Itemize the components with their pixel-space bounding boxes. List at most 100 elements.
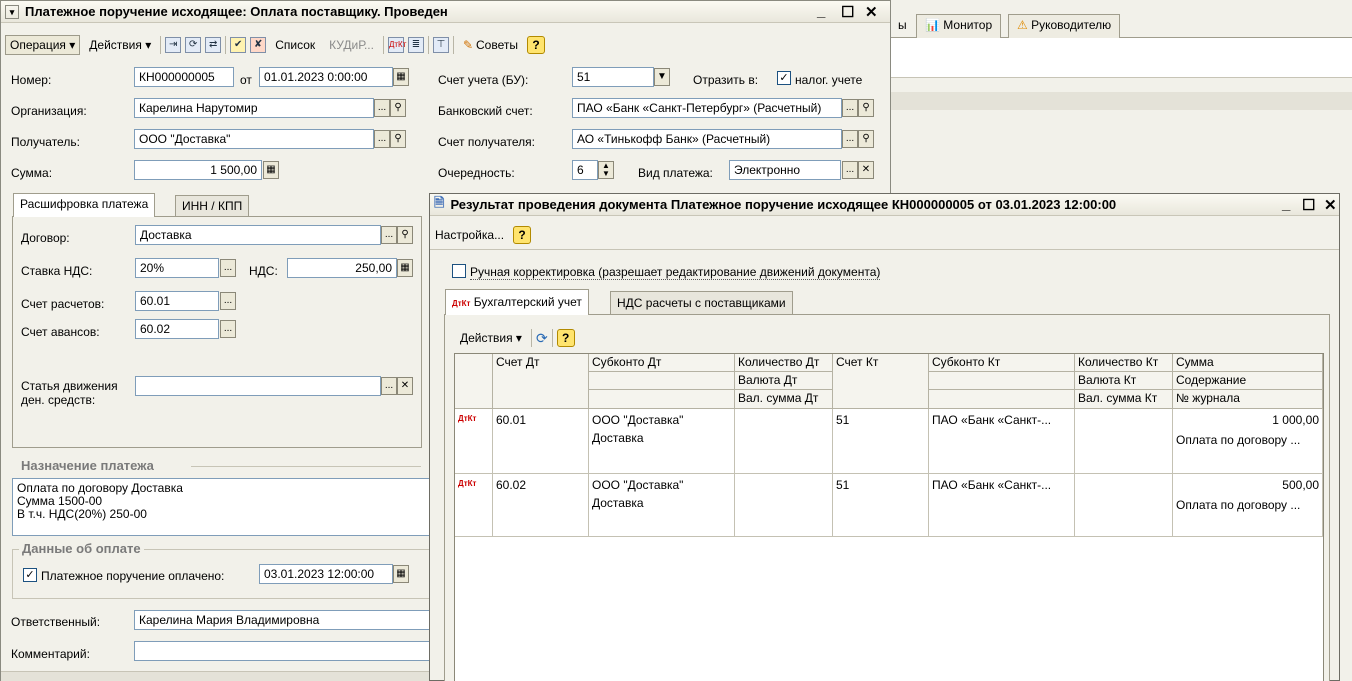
header-cur-dt[interactable]: Валюта Дт: [735, 372, 833, 390]
purpose-textarea[interactable]: Оплата по договору Доставка Сумма 1500-0…: [12, 478, 432, 536]
header-sub-dt[interactable]: Субконто Дт: [589, 354, 735, 372]
close-button[interactable]: ✕: [865, 3, 878, 21]
row1-kt[interactable]: 51: [833, 409, 929, 474]
priority-field[interactable]: 6: [572, 160, 598, 180]
settings-button[interactable]: Настройка...: [434, 225, 509, 245]
bank-select-button[interactable]: ...: [842, 99, 858, 117]
settle-account-field[interactable]: 60.01: [135, 291, 219, 311]
tab-vat-suppliers[interactable]: НДС расчеты с поставщиками: [610, 291, 793, 315]
payment-type-clear-icon[interactable]: ✕: [858, 161, 874, 179]
payment-type-select-button[interactable]: ...: [842, 161, 858, 179]
report-icon[interactable]: ≣: [407, 37, 424, 53]
arrow-icon[interactable]: ⇥: [165, 37, 182, 53]
comment-field[interactable]: [134, 641, 434, 661]
row1-qty-dt[interactable]: [735, 409, 833, 474]
bank-open-icon[interactable]: ⚲: [858, 99, 874, 117]
vat-rate-select-button[interactable]: ...: [220, 259, 236, 277]
header-qty-kt[interactable]: Количество Кт: [1075, 354, 1173, 372]
advance-select-button[interactable]: ...: [220, 320, 236, 338]
bg-tab-monitor[interactable]: 📊 Монитор: [916, 14, 1002, 38]
calculator-icon[interactable]: ▦: [263, 161, 279, 179]
result-maximize-button[interactable]: ☐: [1302, 196, 1315, 214]
date-field[interactable]: 01.01.2023 0:00:00: [259, 67, 393, 87]
recipient-open-icon[interactable]: ⚲: [390, 130, 406, 148]
vat-rate-field[interactable]: 20%: [135, 258, 219, 278]
advance-account-field[interactable]: 60.02: [135, 319, 219, 339]
row2-sub2[interactable]: Доставка: [589, 494, 735, 537]
window-menu-icon[interactable]: ▾: [5, 4, 19, 19]
bg-tab-partial[interactable]: ы: [898, 18, 907, 32]
row1-sub1[interactable]: ООО "Доставка": [589, 409, 735, 429]
org-open-icon[interactable]: ⚲: [390, 99, 406, 117]
contract-field[interactable]: Доставка: [135, 225, 381, 245]
table-row[interactable]: ДтКт: [455, 409, 493, 474]
tab-payment-detail[interactable]: Расшифровка платежа: [13, 193, 156, 217]
header-cursum-kt[interactable]: Вал. сумма Кт: [1075, 390, 1173, 409]
cashflow-clear-icon[interactable]: ✕: [397, 377, 413, 395]
row2-dt[interactable]: 60.02: [493, 474, 589, 537]
result-minimize-button[interactable]: _: [1282, 196, 1290, 213]
row1-sub2[interactable]: Доставка: [589, 429, 735, 474]
row1-dt[interactable]: 60.01: [493, 409, 589, 474]
reload-icon[interactable]: ⟳: [536, 330, 548, 347]
cashflow-field[interactable]: [135, 376, 381, 396]
result-close-button[interactable]: ✕: [1324, 196, 1337, 214]
sum-field[interactable]: 1 500,00: [134, 160, 262, 180]
account-dropdown-icon[interactable]: ▼: [654, 68, 670, 86]
cashflow-select-button[interactable]: ...: [381, 377, 397, 395]
recipient-account-open-icon[interactable]: ⚲: [858, 130, 874, 148]
grid-help-icon[interactable]: ?: [556, 329, 575, 347]
header-qty-dt[interactable]: Количество Дт: [735, 354, 833, 372]
row2-qty-dt[interactable]: [735, 474, 833, 537]
row2-sub1[interactable]: ООО "Доставка": [589, 474, 735, 494]
tips-button[interactable]: ✎ Советы: [458, 35, 523, 55]
list-button[interactable]: Список: [270, 35, 320, 55]
header-cur-kt[interactable]: Валюта Кт: [1075, 372, 1173, 390]
org-select-button[interactable]: ...: [374, 99, 390, 117]
actions-menu[interactable]: Действия ▾: [84, 35, 156, 55]
help-icon[interactable]: ?: [527, 36, 545, 54]
priority-spinner[interactable]: ▲ ▼: [598, 161, 614, 179]
table-row[interactable]: ДтКт: [455, 474, 493, 537]
header-cursum-dt[interactable]: Вал. сумма Дт: [735, 390, 833, 409]
dt-kt-icon[interactable]: ДтКт: [387, 37, 406, 53]
payment-type-field[interactable]: Электронно: [729, 160, 841, 180]
org-field[interactable]: Карелина Нарутомир: [134, 98, 374, 118]
row1-content[interactable]: Оплата по договору ...: [1173, 429, 1323, 474]
paid-calendar-icon[interactable]: ▦: [393, 565, 409, 583]
row2-content[interactable]: Оплата по договору ...: [1173, 494, 1323, 537]
contract-select-button[interactable]: ...: [381, 226, 397, 244]
paid-date-field[interactable]: 03.01.2023 12:00:00: [259, 564, 393, 584]
calendar-icon[interactable]: ▦: [393, 68, 409, 86]
bg-tab-manager[interactable]: ⚠ Руководителю: [1008, 14, 1121, 38]
paid-checkbox[interactable]: ✓: [23, 568, 37, 582]
manual-correction-label[interactable]: Ручная корректировка (разрешает редактир…: [470, 265, 881, 280]
header-sum[interactable]: Сумма: [1173, 354, 1323, 372]
tab-accounting[interactable]: ДтКт Бухгалтерский учет: [445, 289, 589, 315]
recipient-account-select-button[interactable]: ...: [842, 130, 858, 148]
row2-sum[interactable]: 500,00: [1173, 474, 1323, 494]
row2-subkt[interactable]: ПАО «Банк «Санкт-...: [929, 474, 1075, 537]
responsible-field[interactable]: Карелина Мария Владимировна: [134, 610, 434, 630]
recipient-field[interactable]: ООО "Доставка": [134, 129, 374, 149]
kudir-button[interactable]: КУДиР...: [324, 35, 379, 55]
recipient-account-field[interactable]: АО «Тинькофф Банк» (Расчетный): [572, 129, 842, 149]
header-sub-kt[interactable]: Субконто Кт: [929, 354, 1075, 372]
minimize-button[interactable]: _: [817, 3, 825, 20]
structure-icon[interactable]: ⊤: [432, 37, 449, 53]
number-field[interactable]: КН000000005: [134, 67, 234, 87]
swap-icon[interactable]: ⇄: [205, 37, 222, 53]
post-icon[interactable]: ✔: [230, 37, 247, 53]
vat-calculator-icon[interactable]: ▦: [397, 259, 413, 277]
settle-select-button[interactable]: ...: [220, 292, 236, 310]
refresh-icon[interactable]: ⟳: [185, 37, 202, 53]
account-bu-field[interactable]: 51: [572, 67, 654, 87]
manual-correction-checkbox[interactable]: [452, 264, 466, 278]
row2-kt[interactable]: 51: [833, 474, 929, 537]
tax-checkbox[interactable]: ✓: [777, 71, 791, 85]
header-dt[interactable]: Счет Дт: [493, 354, 589, 409]
header-kt[interactable]: Счет Кт: [833, 354, 929, 409]
operation-button[interactable]: Операция ▾: [5, 35, 81, 55]
header-journal[interactable]: № журнала: [1173, 390, 1323, 409]
row1-subkt[interactable]: ПАО «Банк «Санкт-...: [929, 409, 1075, 474]
